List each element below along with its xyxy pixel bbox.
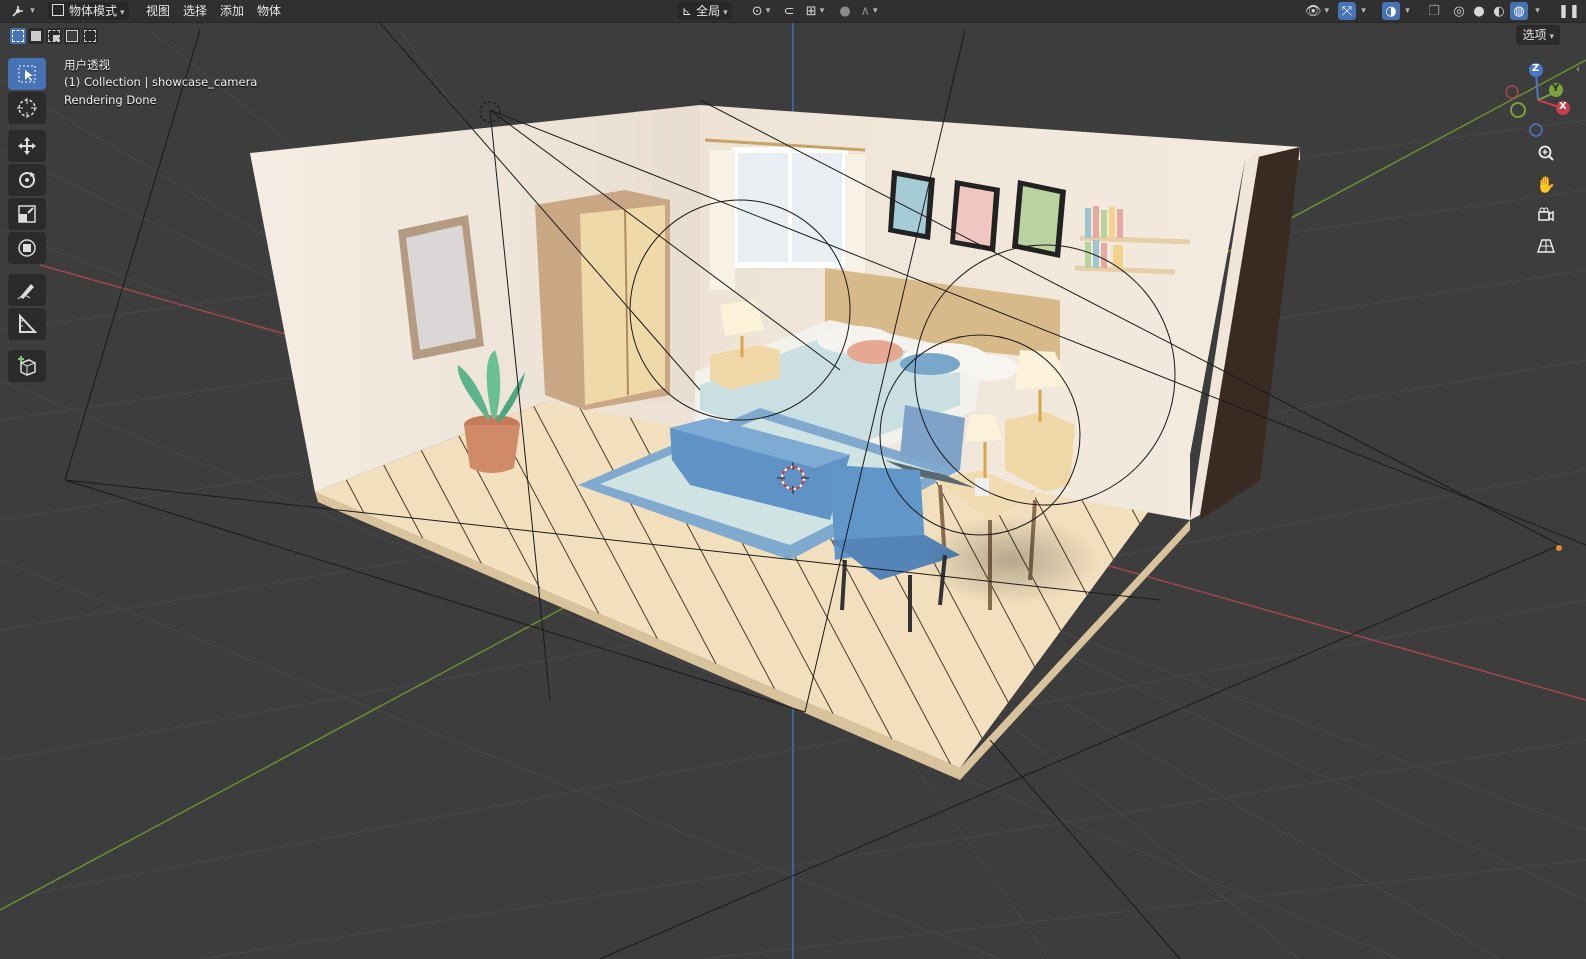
- annotate-tool[interactable]: [8, 274, 46, 306]
- add-cube-icon: [18, 356, 36, 376]
- collection-info: (1) Collection | showcase_camera: [64, 75, 258, 89]
- options-dropdown[interactable]: 选项 ▾: [1516, 25, 1560, 45]
- transform-icon: [18, 239, 36, 257]
- snap-target-icon[interactable]: ⊞ ▾: [800, 2, 830, 20]
- camera-icon: [1538, 207, 1554, 222]
- select-box-icon: [18, 65, 36, 83]
- select-box-tool[interactable]: [8, 58, 46, 90]
- annotate-icon: [17, 284, 34, 300]
- gizmo-x-label: X: [1559, 101, 1567, 112]
- mode-label: 物体模式: [69, 4, 118, 18]
- gizmo-toggle-icon[interactable]: ⤧: [1338, 2, 1356, 20]
- split-area-icon[interactable]: ❚❚: [1558, 2, 1580, 20]
- 3d-viewport[interactable]: [0, 0, 1586, 959]
- cursor-tool[interactable]: [8, 92, 46, 124]
- object-mode-icon: [52, 4, 64, 16]
- select-extend-mode-icon[interactable]: [28, 28, 44, 44]
- select-intersect-mode-icon[interactable]: [82, 28, 98, 44]
- shading-dropdown-icon[interactable]: ▾: [1530, 2, 1542, 20]
- wireframe-shading-icon[interactable]: ◎: [1450, 2, 1468, 20]
- pan-view-button[interactable]: ✋: [1532, 170, 1560, 198]
- view-name: 用户透视: [64, 58, 110, 72]
- measure-icon: [19, 313, 38, 333]
- rotate-icon: [19, 172, 35, 188]
- visibility-icon[interactable]: 👁 ▾: [1302, 2, 1332, 20]
- scale-icon: [18, 205, 36, 223]
- camera-view-button[interactable]: [1532, 201, 1560, 229]
- zoom-icon: [1538, 145, 1554, 161]
- options-label: 选项: [1522, 28, 1547, 42]
- overlays-dropdown-icon[interactable]: ▾: [1400, 2, 1412, 20]
- pivot-point-icon[interactable]: ⊙ ▾: [746, 2, 776, 20]
- menu-view[interactable]: 视图: [146, 2, 170, 20]
- menu-select[interactable]: 选择: [183, 2, 207, 20]
- gizmo-y-label: Y: [1552, 83, 1560, 94]
- menu-object[interactable]: 物体: [257, 2, 281, 20]
- overlays-toggle-icon[interactable]: ◑: [1382, 2, 1400, 20]
- render-status: Rendering Done: [64, 93, 157, 107]
- scale-tool[interactable]: [8, 198, 46, 230]
- transform-tool[interactable]: [8, 232, 46, 264]
- rotate-tool[interactable]: [8, 164, 46, 196]
- transform-orientation-label: 全局: [696, 4, 721, 18]
- measure-tool[interactable]: [8, 308, 46, 340]
- menu-add[interactable]: 添加: [220, 2, 244, 20]
- mode-dropdown[interactable]: 物体模式 ▾: [48, 2, 129, 20]
- rendered-shading-icon[interactable]: ◍: [1510, 2, 1528, 20]
- falloff-icon[interactable]: ∧ ▾: [856, 2, 882, 20]
- select-invert-mode-icon[interactable]: [64, 28, 80, 44]
- solid-shading-icon[interactable]: ●: [1470, 2, 1488, 20]
- material-shading-icon[interactable]: ◐: [1490, 2, 1508, 20]
- editor-type-icon[interactable]: ▾: [8, 2, 38, 20]
- move-icon: [18, 137, 36, 155]
- move-tool[interactable]: [8, 130, 46, 162]
- sidebar-toggle-icon[interactable]: ‹: [1576, 64, 1580, 75]
- select-new-mode-icon[interactable]: [10, 28, 26, 44]
- grid-perspective-icon: [1537, 239, 1555, 253]
- select-subtract-mode-icon[interactable]: [46, 28, 62, 44]
- viewport-header: ▾ 物体模式 ▾ 视图 选择 添加 物体 ⊾ 全局 ▾ ⊙ ▾ ⊂ ⊞ ▾ ● ∧ ▾ 👁 ▾…: [0, 0, 1586, 23]
- perspective-toggle-button[interactable]: [1532, 232, 1560, 260]
- gizmo-z-label: Z: [1532, 63, 1540, 74]
- cursor-icon: [17, 98, 37, 118]
- snap-toggle-icon[interactable]: ⊂: [780, 2, 798, 20]
- xray-toggle-icon[interactable]: ❐: [1425, 2, 1443, 20]
- transform-orientation-dropdown[interactable]: ⊾ 全局 ▾: [678, 2, 732, 20]
- gizmo-dropdown-icon[interactable]: ▾: [1356, 2, 1368, 20]
- proportional-edit-icon[interactable]: ●: [836, 2, 854, 20]
- orientation-icon: ⊾: [682, 4, 693, 18]
- hand-icon: ✋: [1536, 174, 1556, 194]
- zoom-view-button[interactable]: [1532, 139, 1560, 167]
- add-cube-tool[interactable]: [8, 350, 46, 382]
